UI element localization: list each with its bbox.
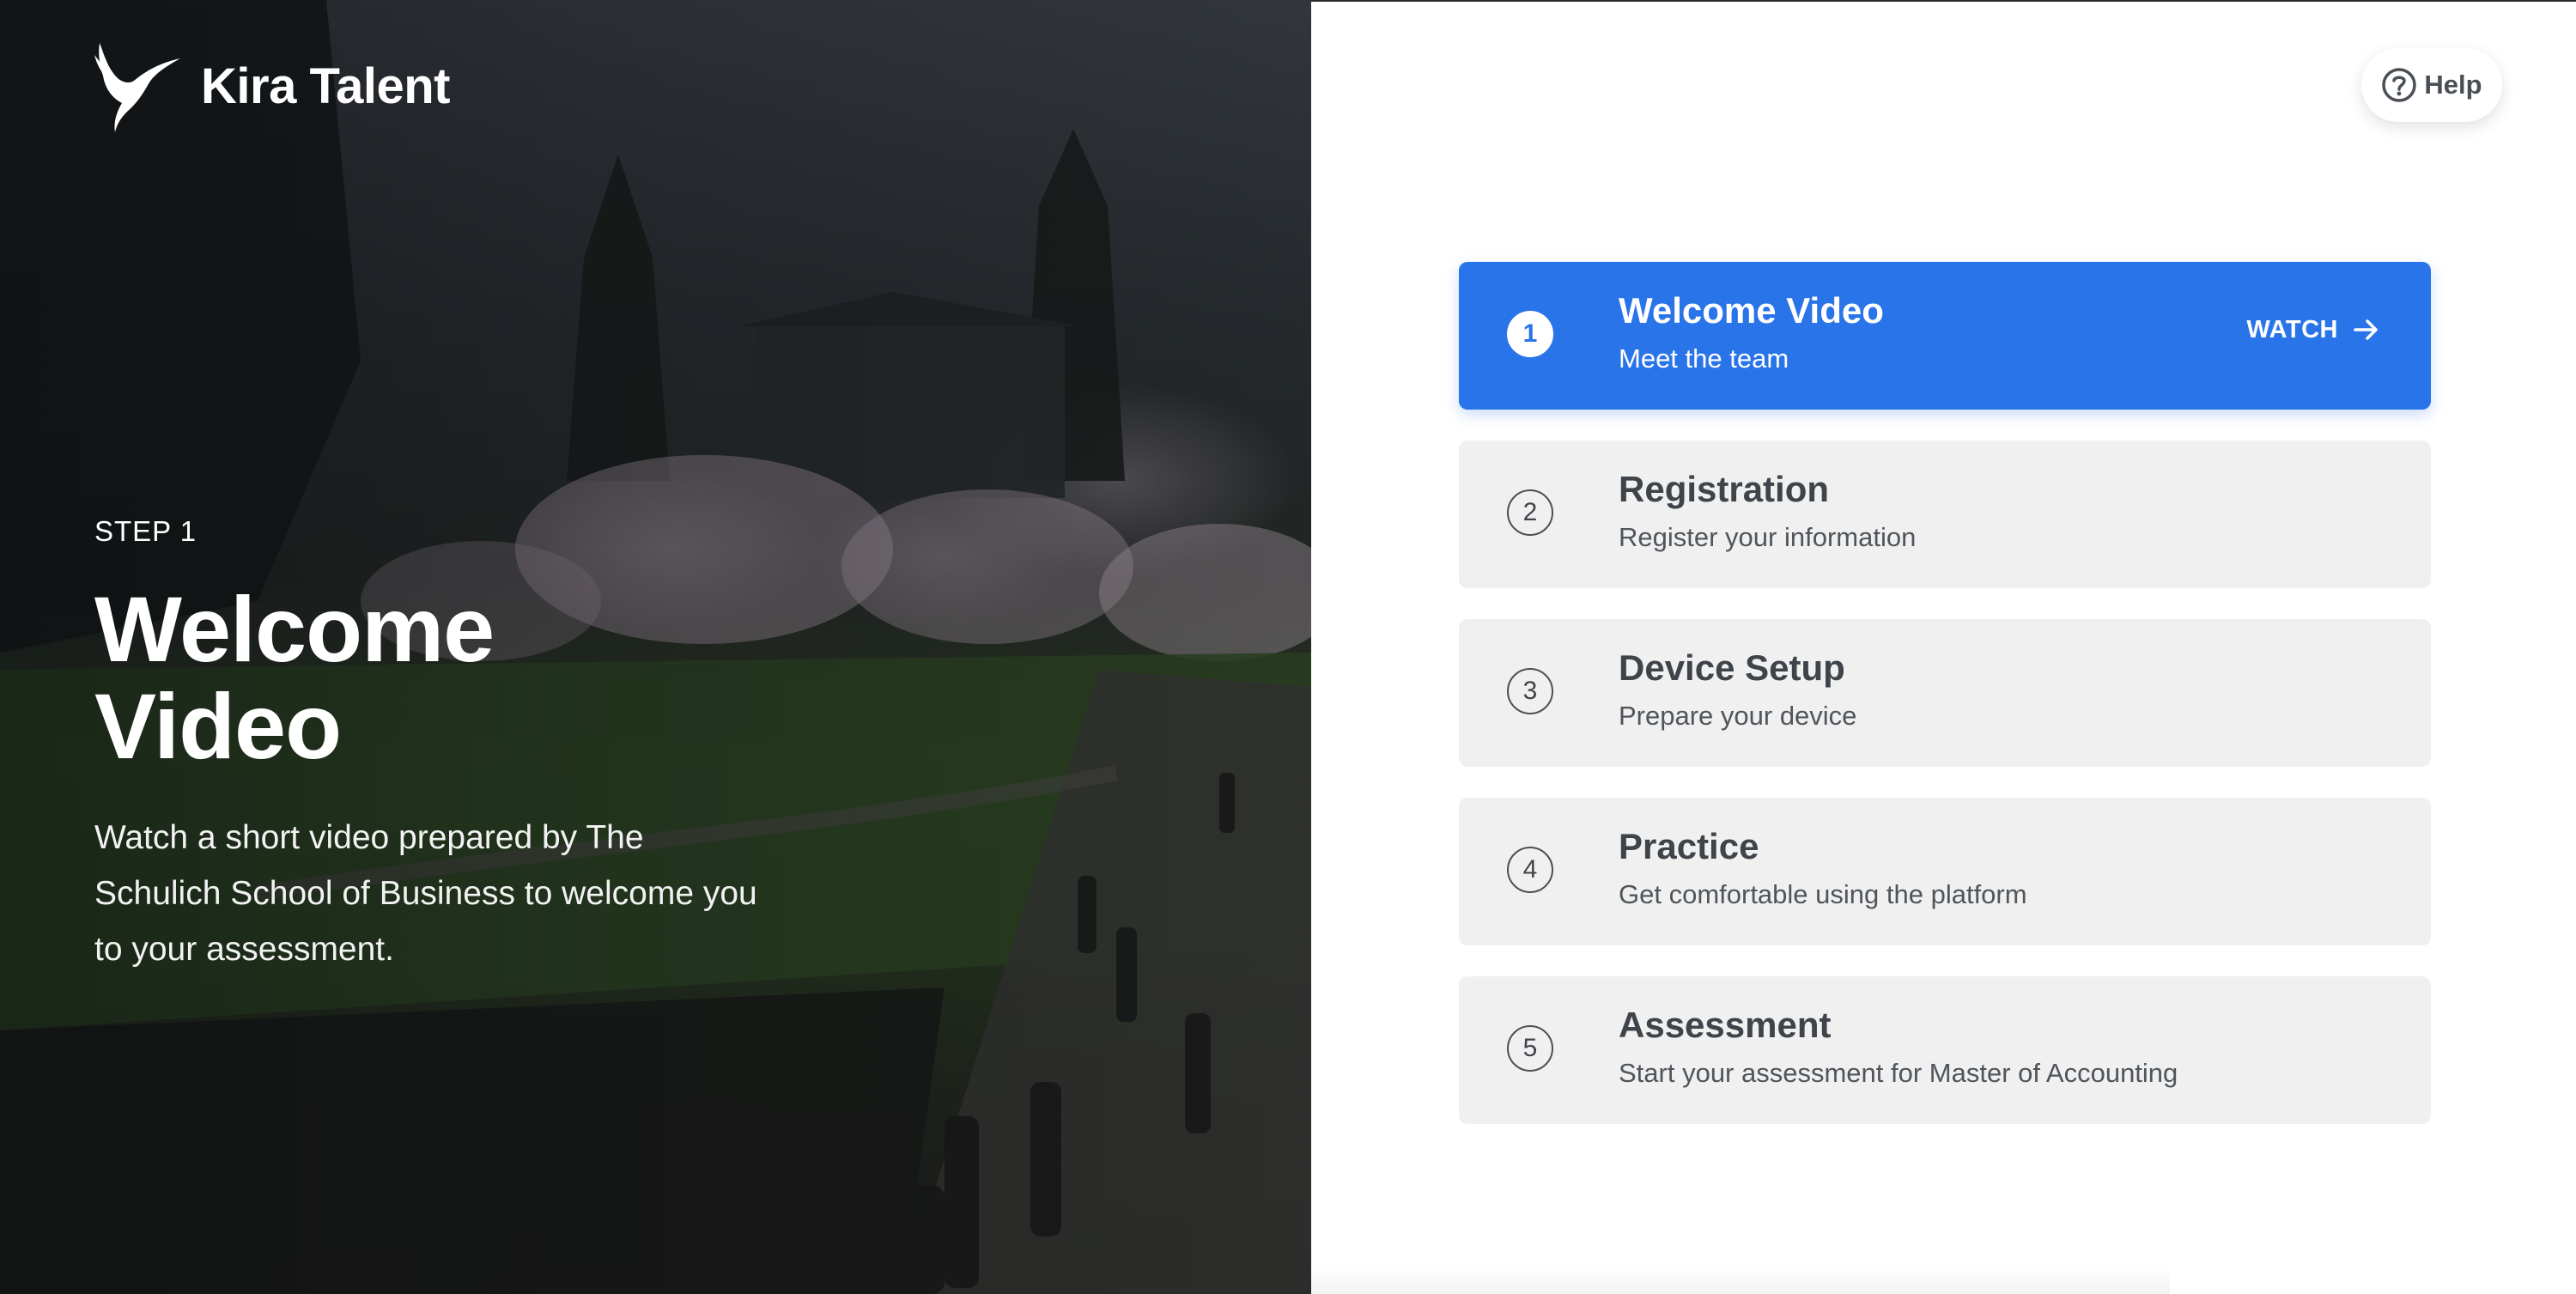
step-card-registration[interactable]: 2 Registration Register your information — [1459, 440, 2431, 588]
brand-logo-link[interactable]: Kira Talent — [93, 38, 450, 134]
step-subtitle: Get comfortable using the platform — [1619, 879, 2027, 910]
hero-text-block: STEP 1 Welcome Video Watch a short video… — [94, 515, 764, 977]
step-title: Device Setup — [1619, 647, 1845, 688]
step-text: Assessment Start your assessment for Mas… — [1619, 1005, 2178, 1089]
step-text: Welcome Video Meet the team — [1619, 290, 1884, 374]
step-card-assessment[interactable]: 5 Assessment Start your assessment for M… — [1459, 976, 2431, 1124]
step-card-device-setup[interactable]: 3 Device Setup Prepare your device — [1459, 619, 2431, 767]
step-number-badge: 1 — [1507, 311, 1553, 357]
help-label: Help — [2424, 70, 2482, 100]
step-number-badge: 3 — [1507, 668, 1553, 714]
hero-panel: Kira Talent STEP 1 Welcome Video Watch a… — [0, 0, 1311, 1294]
step-title: Assessment — [1619, 1005, 1832, 1045]
step-title: Registration — [1619, 469, 1830, 509]
step-text: Device Setup Prepare your device — [1619, 647, 1857, 732]
step-subtitle: Meet the team — [1619, 343, 1789, 374]
page: Kira Talent STEP 1 Welcome Video Watch a… — [0, 0, 2576, 1294]
step-number-badge: 4 — [1507, 847, 1553, 893]
hero-title: Welcome Video — [94, 577, 495, 779]
hummingbird-logo-icon — [94, 43, 180, 132]
question-circle-icon — [2382, 68, 2417, 102]
steps-list: 1 Welcome Video Meet the team WATCH 2 Re… — [1459, 262, 2431, 1155]
steps-panel: Help 1 Welcome Video Meet the team WATCH… — [1311, 0, 2576, 1294]
step-title: Welcome Video — [1619, 290, 1884, 331]
step-subtitle: Prepare your device — [1619, 701, 1857, 732]
footer-shadow — [1311, 1268, 2170, 1294]
brand-name: Kira Talent — [201, 58, 450, 114]
step-number-badge: 2 — [1507, 489, 1553, 536]
help-button[interactable]: Help — [2361, 48, 2502, 122]
step-text: Practice Get comfortable using the platf… — [1619, 826, 2027, 910]
step-card-practice[interactable]: 4 Practice Get comfortable using the pla… — [1459, 798, 2431, 945]
step-card-welcome-video[interactable]: 1 Welcome Video Meet the team WATCH — [1459, 262, 2431, 410]
step-text: Registration Register your information — [1619, 469, 1917, 553]
step-number-badge: 5 — [1507, 1025, 1553, 1072]
step-subtitle: Register your information — [1619, 522, 1917, 553]
step-subtitle: Start your assessment for Master of Acco… — [1619, 1058, 2178, 1089]
watch-button[interactable]: WATCH — [2246, 315, 2381, 344]
step-title: Practice — [1619, 826, 1759, 866]
arrow-right-icon — [2354, 319, 2378, 340]
step-label: STEP 1 — [94, 515, 197, 547]
hero-description: Watch a short video prepared by The Schu… — [94, 818, 757, 968]
watch-label: WATCH — [2246, 315, 2338, 343]
